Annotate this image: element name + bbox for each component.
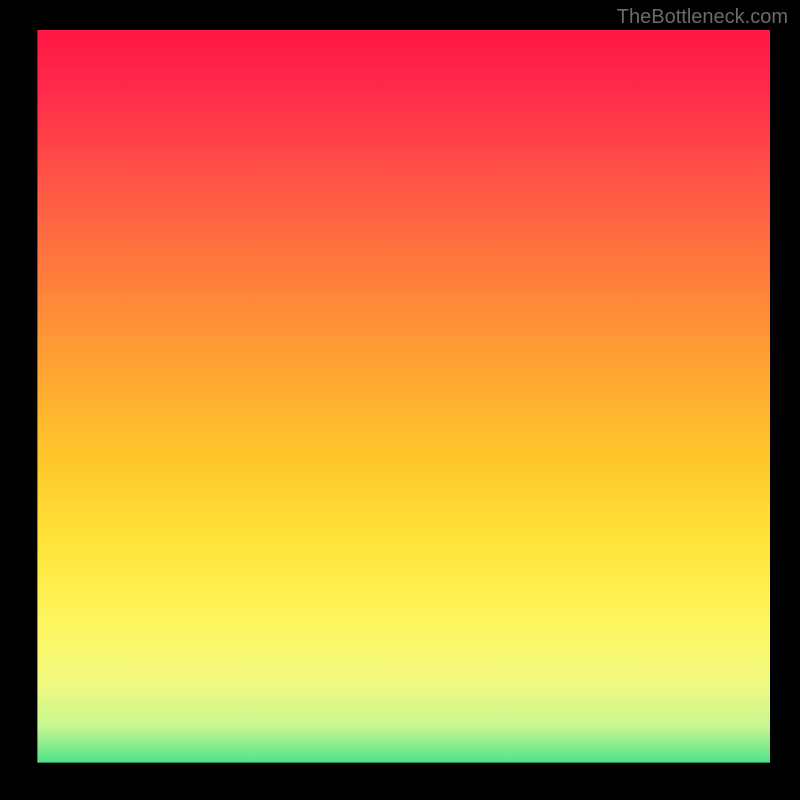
watermark-text: TheBottleneck.com xyxy=(617,6,788,29)
gradient-background xyxy=(30,30,770,770)
chart-stage: TheBottleneck.com xyxy=(0,0,800,800)
scatter-layer xyxy=(30,775,770,800)
plot-area xyxy=(30,30,770,770)
